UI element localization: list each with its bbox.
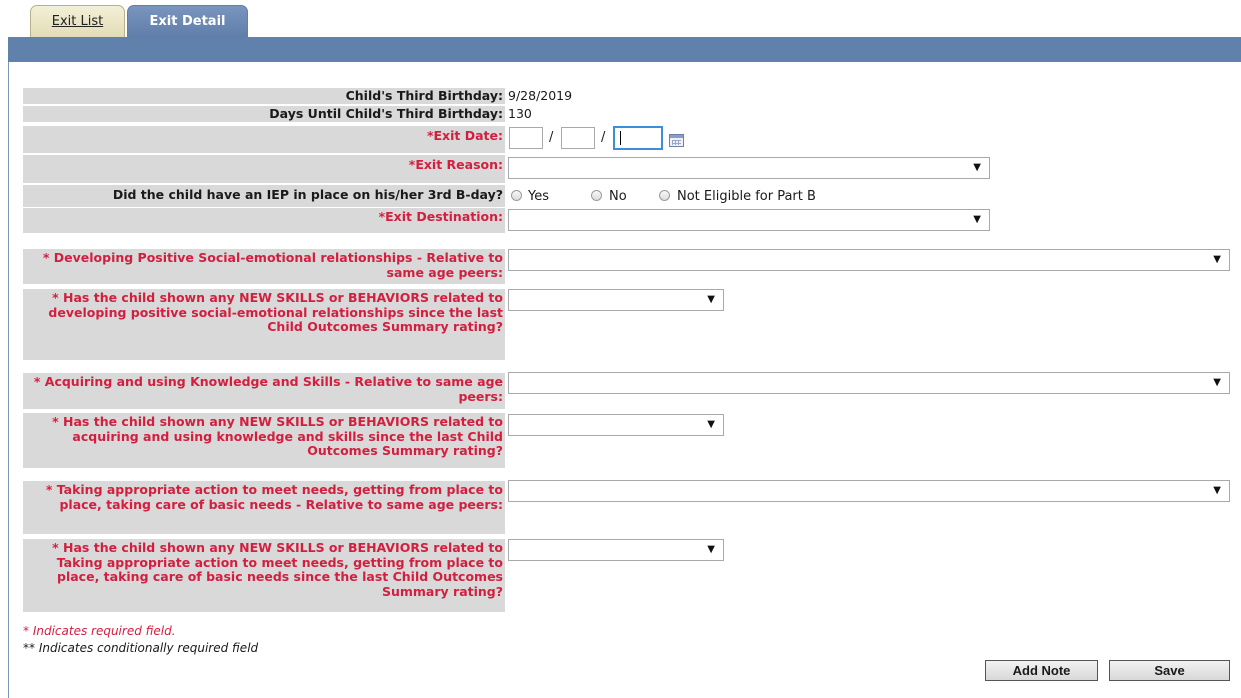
- social-relationships-label: * Developing Positive Social-emotional r…: [23, 249, 505, 284]
- content-border: [8, 62, 9, 698]
- tab-exit-detail-label[interactable]: Exit Detail: [150, 14, 226, 29]
- days-until-value: 130: [508, 106, 532, 121]
- iep-not-eligible-radio[interactable]: [659, 190, 670, 201]
- knowledge-relative-label: * Acquiring and using Knowledge and Skil…: [23, 373, 505, 409]
- chevron-down-icon: ▼: [707, 294, 715, 305]
- exit-destination-label: *Exit Destination:: [23, 208, 505, 233]
- third-birthday-label: Child's Third Birthday:: [23, 88, 505, 104]
- exit-destination-select[interactable]: ▼: [508, 209, 990, 231]
- tab-exit-list[interactable]: Exit List: [30, 5, 125, 37]
- third-birthday-value: 9/28/2019: [508, 88, 573, 103]
- knowledge-relative-select[interactable]: ▼: [508, 372, 1230, 394]
- chevron-down-icon: ▼: [707, 419, 715, 430]
- chevron-down-icon: ▼: [973, 214, 981, 225]
- exit-date-day-input[interactable]: [561, 127, 595, 149]
- tab-bar: Exit List Exit Detail: [0, 0, 1241, 37]
- conditional-footnote: ** Indicates conditionally required fiel…: [23, 641, 259, 655]
- tab-exit-list-label[interactable]: Exit List: [52, 14, 103, 29]
- social-new-skills-label: * Has the child shown any NEW SKILLS or …: [23, 289, 505, 360]
- iep-question-label: Did the child have an IEP in place on hi…: [23, 185, 505, 207]
- required-footnote: * Indicates required field.: [23, 624, 176, 638]
- chevron-down-icon: ▼: [1213, 377, 1221, 388]
- action-relative-select[interactable]: ▼: [508, 480, 1230, 502]
- action-relative-label: * Taking appropriate action to meet need…: [23, 481, 505, 534]
- add-note-button[interactable]: Add Note: [985, 660, 1098, 681]
- exit-date-label: *Exit Date:: [23, 126, 505, 153]
- calendar-icon[interactable]: [669, 134, 684, 147]
- iep-yes-label[interactable]: Yes: [528, 189, 549, 204]
- knowledge-new-skills-label: * Has the child shown any NEW SKILLS or …: [23, 413, 505, 468]
- chevron-down-icon: ▼: [707, 544, 715, 555]
- social-new-skills-select[interactable]: ▼: [508, 289, 724, 311]
- chevron-down-icon: ▼: [1213, 485, 1221, 496]
- days-until-label: Days Until Child's Third Birthday:: [23, 106, 505, 122]
- exit-date-month-input[interactable]: [509, 127, 543, 149]
- iep-yes-radio[interactable]: [511, 190, 522, 201]
- exit-reason-label: *Exit Reason:: [23, 155, 505, 183]
- exit-date-year-input[interactable]: [613, 126, 663, 150]
- date-separator: /: [549, 130, 554, 145]
- tab-exit-detail[interactable]: Exit Detail: [127, 5, 248, 37]
- save-button[interactable]: Save: [1109, 660, 1230, 681]
- header-bar: [8, 37, 1241, 62]
- iep-no-label[interactable]: No: [609, 189, 627, 204]
- action-new-skills-select[interactable]: ▼: [508, 539, 724, 561]
- date-separator: /: [601, 130, 606, 145]
- action-new-skills-label: * Has the child shown any NEW SKILLS or …: [23, 539, 505, 612]
- exit-reason-select[interactable]: ▼: [508, 157, 990, 179]
- iep-not-eligible-label[interactable]: Not Eligible for Part B: [677, 189, 816, 204]
- text-cursor: [620, 131, 621, 145]
- knowledge-new-skills-select[interactable]: ▼: [508, 414, 724, 436]
- chevron-down-icon: ▼: [1213, 254, 1221, 265]
- social-relationships-select[interactable]: ▼: [508, 249, 1230, 271]
- iep-no-radio[interactable]: [591, 190, 602, 201]
- chevron-down-icon: ▼: [973, 162, 981, 173]
